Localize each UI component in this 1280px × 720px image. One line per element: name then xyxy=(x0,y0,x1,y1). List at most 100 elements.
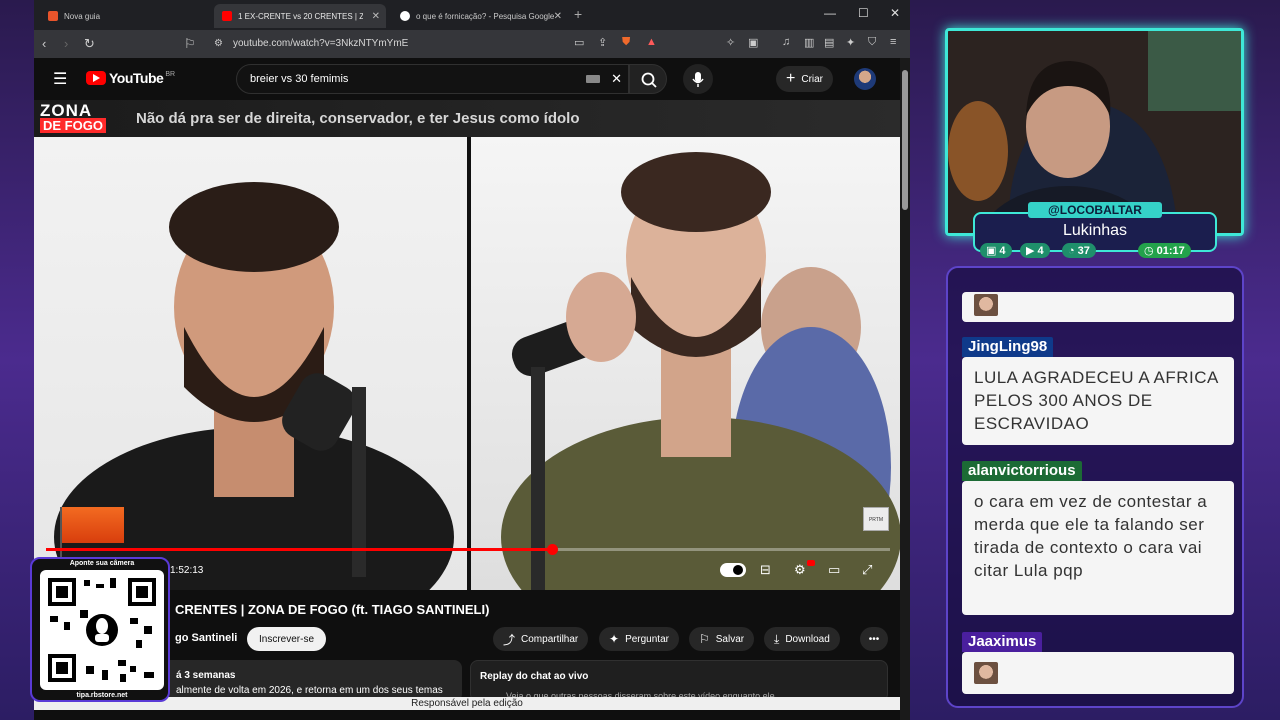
download-icon: ⤓ xyxy=(774,631,780,646)
rewards-icon[interactable]: ▲ xyxy=(646,36,657,48)
download-button[interactable]: ⤓ Download xyxy=(764,627,840,651)
microphone-icon xyxy=(692,72,704,87)
chat-avatar xyxy=(974,662,998,684)
menu-icon[interactable]: ≡ xyxy=(890,36,896,48)
brave-shield-icon[interactable]: ⛊ xyxy=(622,36,630,49)
extensions-icon[interactable]: ✧ xyxy=(726,36,735,49)
progress-bar[interactable] xyxy=(46,544,890,555)
chat-username: JingLing98 xyxy=(962,337,1054,357)
clear-search-icon[interactable]: ✕ xyxy=(611,71,622,87)
chat-replay-box[interactable]: Replay do chat ao vivo Veja o que outras… xyxy=(470,660,888,702)
wallet-icon[interactable]: ▤ xyxy=(824,36,834,49)
keyboard-icon[interactable] xyxy=(586,75,600,83)
site-info-icon[interactable]: ⚙ xyxy=(214,38,223,49)
youtube-icon xyxy=(222,11,232,21)
chat-username: Jaaximus xyxy=(962,632,1043,652)
window-close-button[interactable]: ✕ xyxy=(890,6,900,20)
search-button[interactable] xyxy=(629,64,667,94)
video-right-panel: PRTM xyxy=(471,137,900,590)
google-icon xyxy=(400,11,410,21)
close-icon[interactable]: ✕ xyxy=(554,11,562,22)
video-player[interactable]: ZONA DE FOGO Não dá pra ser de direita, … xyxy=(34,100,900,590)
subtitles-icon[interactable]: ⊟ xyxy=(760,562,771,578)
maximize-button[interactable]: ☐ xyxy=(858,6,869,20)
chat-message: o cara em vez de contestar a merda que e… xyxy=(962,481,1234,615)
clock-icon: ◷ xyxy=(1144,245,1154,257)
page-scrollbar[interactable] xyxy=(900,58,910,720)
flag-prop xyxy=(62,507,124,543)
viewers-icon: ◔ xyxy=(1068,244,1075,257)
back-icon[interactable]: ‹ xyxy=(42,36,46,51)
video-left-panel xyxy=(34,137,467,590)
hamburger-icon[interactable]: ☰ xyxy=(53,69,67,89)
tab-google[interactable]: o que é fornicação? - Pesquisa Google ✕ xyxy=(392,4,568,28)
video-overlay-title: Não dá pra ser de direita, conservador, … xyxy=(136,110,580,127)
search-input[interactable]: breier vs 30 femimis ✕ xyxy=(236,64,629,94)
voice-search-button[interactable] xyxy=(683,64,713,94)
tab-bar: Nova guia 1 EX-CRENTE vs 20 CRENTES | ZO… xyxy=(34,0,910,30)
chat-avatar xyxy=(974,294,998,316)
qr-code xyxy=(40,570,164,690)
close-icon[interactable]: ✕ xyxy=(372,11,380,22)
subscribe-button[interactable]: Inscrever-se xyxy=(247,627,327,651)
stat-video: ▶ 4 xyxy=(1020,243,1050,258)
chat-message: LULA AGRADECEU A AFRICA PELOS 300 ANOS D… xyxy=(962,357,1234,445)
address-bar: ‹ › ↻ ⚐ ⚙ youtube.com/watch?v=3NkzNTYmYm… xyxy=(34,30,910,58)
chat-username: alanvictorrious xyxy=(962,461,1082,481)
music-icon[interactable]: ♫ xyxy=(782,36,790,48)
sparkle-icon: ✦ xyxy=(609,632,620,646)
more-button[interactable]: ••• xyxy=(860,627,888,651)
watermark-logo: PRTM xyxy=(863,507,889,531)
right-speaker-image xyxy=(501,152,900,590)
youtube-header: ☰ YouTube BR breier vs 30 femimis ✕ + Cr… xyxy=(34,58,900,100)
autoplay-toggle[interactable] xyxy=(720,563,746,577)
tab-nova-guia[interactable]: Nova guia xyxy=(40,4,210,28)
new-tab-button[interactable]: + xyxy=(574,6,582,22)
video-icon: ▶ xyxy=(1026,245,1035,257)
share-button[interactable]: ⤴ Compartilhar xyxy=(493,627,589,651)
forward-icon[interactable]: › xyxy=(64,36,68,51)
miniplayer-icon[interactable]: ▭ xyxy=(828,562,840,578)
bookmark-icon[interactable]: ⚐ xyxy=(184,36,196,52)
more-icon: ••• xyxy=(868,633,880,645)
qr-pattern xyxy=(48,578,156,682)
chat-icon: ▣ xyxy=(986,245,997,257)
settings-icon[interactable]: ⚙ xyxy=(794,562,806,578)
channel-name[interactable]: go Santineli xyxy=(175,632,237,644)
tab-youtube[interactable]: 1 EX-CRENTE vs 20 CRENTES | ZONA ✕ xyxy=(214,4,386,28)
leo-icon[interactable]: ✦ xyxy=(846,36,855,49)
chat-message xyxy=(962,652,1234,694)
avatar[interactable] xyxy=(854,68,876,90)
zona-de-fogo-logo: ZONA DE FOGO xyxy=(40,102,124,135)
bookmark-icon: ⚐ xyxy=(699,632,710,646)
youtube-play-icon xyxy=(86,71,106,85)
progress-fill xyxy=(46,548,553,551)
hd-badge xyxy=(807,560,815,566)
stat-chat: ▣ 4 xyxy=(980,243,1012,258)
url-field[interactable]: youtube.com/watch?v=3NkzNTYmYmE xyxy=(233,38,408,49)
scrollbar-thumb[interactable] xyxy=(902,70,908,210)
share-icon[interactable]: ⇪ xyxy=(598,36,607,49)
vpn-icon[interactable]: ⛉ xyxy=(868,36,876,49)
reload-icon[interactable]: ↻ xyxy=(84,36,95,52)
qr-overlay: Aponte sua câmera tipa.rbstore.net xyxy=(30,557,170,702)
sidebar-icon[interactable]: ▥ xyxy=(804,36,814,49)
youtube-logo[interactable]: YouTube BR xyxy=(86,70,175,86)
stream-chat: JingLing98 LULA AGRADECEU A AFRICA PELOS… xyxy=(946,266,1244,708)
stat-timer: ◷ 01:17 xyxy=(1138,243,1191,258)
streamer-handle: @LOCOBALTAR xyxy=(1028,202,1162,218)
video-title: CRENTES | ZONA DE FOGO (ft. TIAGO SANTIN… xyxy=(175,602,490,617)
brave-icon xyxy=(48,11,58,21)
share-icon: ⤴ xyxy=(503,632,516,647)
fullscreen-icon[interactable]: ⤢ xyxy=(862,562,872,578)
create-button[interactable]: + Criar xyxy=(776,66,834,92)
minimize-button[interactable]: — xyxy=(824,6,836,20)
save-button[interactable]: ⚐ Salvar xyxy=(689,627,755,651)
chat-message-previous xyxy=(962,292,1234,322)
cast-icon[interactable]: ▭ xyxy=(574,36,584,49)
stat-viewers: ◔ 37 xyxy=(1062,243,1096,258)
screenshot-icon[interactable]: ▣ xyxy=(748,36,758,49)
ask-button[interactable]: ✦ Perguntar xyxy=(599,627,679,651)
plus-icon: + xyxy=(786,70,796,87)
time-display: 1:52:13 xyxy=(170,565,204,576)
